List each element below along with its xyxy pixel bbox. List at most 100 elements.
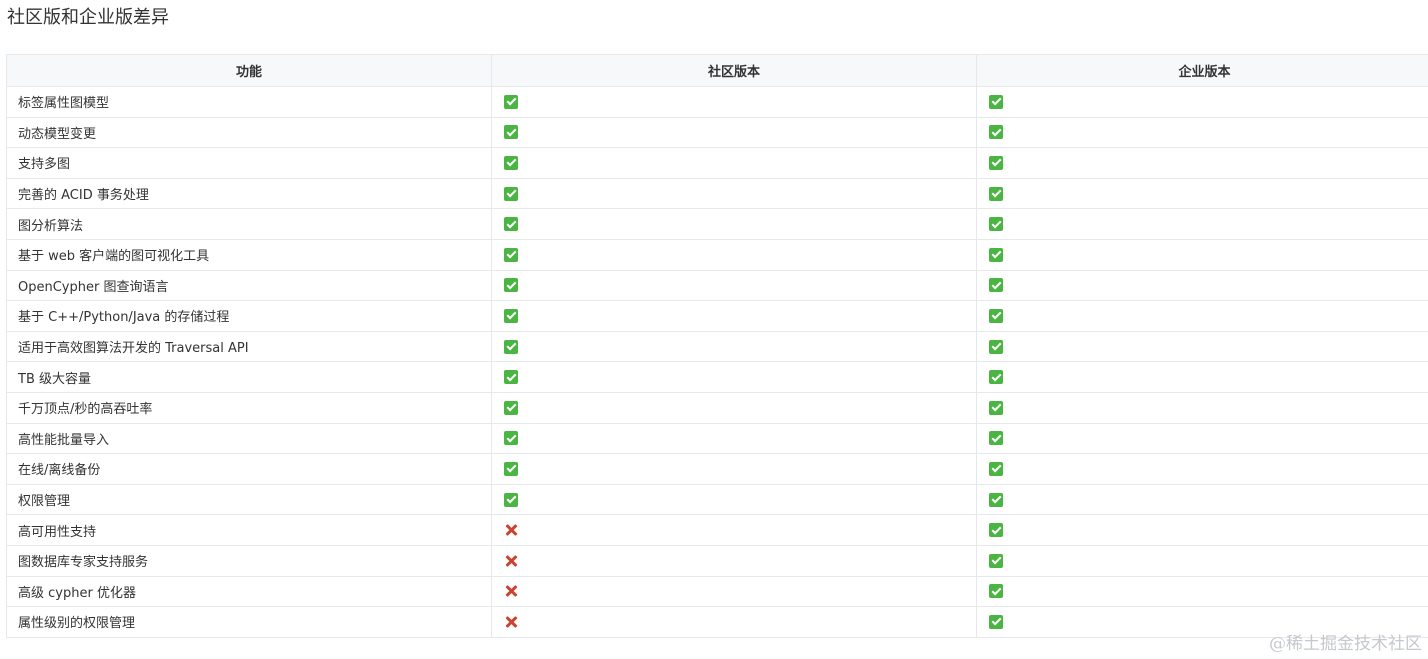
enterprise-support-cell	[976, 300, 1428, 332]
enterprise-support-cell	[976, 116, 1428, 149]
community-support-cell	[491, 391, 977, 424]
community-support-cell	[491, 177, 977, 210]
community-support-cell	[491, 453, 977, 485]
feature-cell: 属性级别的权限管理	[6, 606, 492, 638]
table-header-row: 功能 社区版本 企业版本	[6, 54, 1428, 87]
table-row: 标签属性图模型	[6, 86, 1428, 118]
community-support-cell	[491, 606, 977, 638]
community-support-cell	[491, 269, 977, 302]
community-support-cell	[491, 361, 977, 393]
check-mark-icon	[989, 278, 1003, 293]
community-support-cell	[491, 483, 977, 516]
community-support-cell	[491, 147, 977, 179]
feature-cell: 权限管理	[6, 483, 492, 516]
check-mark-icon	[989, 400, 1003, 415]
feature-cell: 完善的 ACID 事务处理	[6, 177, 492, 210]
check-mark-icon	[989, 492, 1003, 507]
community-support-cell	[491, 86, 977, 118]
cross-mark-icon	[504, 523, 518, 537]
check-mark-icon	[989, 553, 1003, 568]
check-mark-icon	[504, 186, 518, 201]
table-row: 图数据库专家支持服务	[6, 544, 1428, 577]
enterprise-support-cell	[976, 544, 1428, 577]
community-support-cell	[491, 544, 977, 577]
community-support-cell	[491, 300, 977, 332]
check-mark-icon	[504, 461, 518, 476]
check-mark-icon	[504, 155, 518, 170]
table-row: 完善的 ACID 事务处理	[6, 177, 1428, 210]
community-support-cell	[491, 330, 977, 363]
table-row: 高级 cypher 优化器	[6, 575, 1428, 608]
table-row: 图分析算法	[6, 208, 1428, 240]
check-mark-icon	[989, 370, 1003, 385]
check-mark-icon	[504, 217, 518, 232]
feature-cell: 高性能批量导入	[6, 422, 492, 455]
check-mark-icon	[504, 431, 518, 446]
community-support-cell	[491, 514, 977, 546]
cross-mark-icon	[504, 615, 518, 629]
feature-cell: 标签属性图模型	[6, 86, 492, 118]
check-mark-icon	[504, 247, 518, 262]
feature-cell: 高可用性支持	[6, 514, 492, 546]
community-support-cell	[491, 238, 977, 271]
watermark: @稀土掘金技术社区	[1269, 634, 1422, 654]
enterprise-support-cell	[976, 422, 1428, 455]
community-support-cell	[491, 116, 977, 149]
column-header-feature: 功能	[6, 54, 492, 87]
cross-mark-icon	[504, 584, 518, 598]
table-row: 动态模型变更	[6, 116, 1428, 149]
community-support-cell	[491, 575, 977, 608]
check-mark-icon	[989, 125, 1003, 140]
check-mark-icon	[989, 523, 1003, 538]
enterprise-support-cell	[976, 208, 1428, 240]
enterprise-support-cell	[976, 269, 1428, 302]
check-mark-icon	[989, 308, 1003, 323]
feature-cell: 千万顶点/秒的高吞吐率	[6, 391, 492, 424]
table-row: 千万顶点/秒的高吞吐率	[6, 391, 1428, 424]
table-row: 权限管理	[6, 483, 1428, 516]
table-row: 高可用性支持	[6, 514, 1428, 546]
table-row: 基于 C++/Python/Java 的存储过程	[6, 300, 1428, 332]
check-mark-icon	[989, 614, 1003, 629]
check-mark-icon	[989, 339, 1003, 354]
feature-cell: OpenCypher 图查询语言	[6, 269, 492, 302]
page-title: 社区版和企业版差异	[7, 7, 169, 28]
table-row: OpenCypher 图查询语言	[6, 269, 1428, 302]
check-mark-icon	[989, 155, 1003, 170]
feature-cell: 图数据库专家支持服务	[6, 544, 492, 577]
enterprise-support-cell	[976, 575, 1428, 608]
enterprise-support-cell	[976, 330, 1428, 363]
table-row: 基于 web 客户端的图可视化工具	[6, 238, 1428, 271]
enterprise-support-cell	[976, 483, 1428, 516]
check-mark-icon	[504, 278, 518, 293]
enterprise-support-cell	[976, 514, 1428, 546]
table-body: 标签属性图模型 动态模型变更 支持多图 完善的 ACID 事务处理 图分析算法 基于 we…	[6, 86, 1428, 638]
check-mark-icon	[989, 584, 1003, 599]
feature-cell: 图分析算法	[6, 208, 492, 240]
check-mark-icon	[504, 339, 518, 354]
table-row: 适用于高效图算法开发的 Traversal API	[6, 330, 1428, 363]
column-header-enterprise: 企业版本	[976, 54, 1428, 87]
check-mark-icon	[989, 431, 1003, 446]
feature-cell: 高级 cypher 优化器	[6, 575, 492, 608]
feature-cell: TB 级大容量	[6, 361, 492, 393]
check-mark-icon	[989, 217, 1003, 232]
community-support-cell	[491, 208, 977, 240]
table-row: 在线/离线备份	[6, 453, 1428, 485]
enterprise-support-cell	[976, 361, 1428, 393]
check-mark-icon	[504, 125, 518, 140]
table-row: 高性能批量导入	[6, 422, 1428, 455]
cross-mark-icon	[504, 554, 518, 568]
feature-cell: 基于 C++/Python/Java 的存储过程	[6, 300, 492, 332]
check-mark-icon	[504, 94, 518, 109]
enterprise-support-cell	[976, 238, 1428, 271]
check-mark-icon	[989, 461, 1003, 476]
table-row: 支持多图	[6, 147, 1428, 179]
feature-cell: 适用于高效图算法开发的 Traversal API	[6, 330, 492, 363]
feature-cell: 动态模型变更	[6, 116, 492, 149]
feature-cell: 支持多图	[6, 147, 492, 179]
check-mark-icon	[504, 400, 518, 415]
check-mark-icon	[989, 94, 1003, 109]
enterprise-support-cell	[976, 177, 1428, 210]
check-mark-icon	[504, 308, 518, 323]
